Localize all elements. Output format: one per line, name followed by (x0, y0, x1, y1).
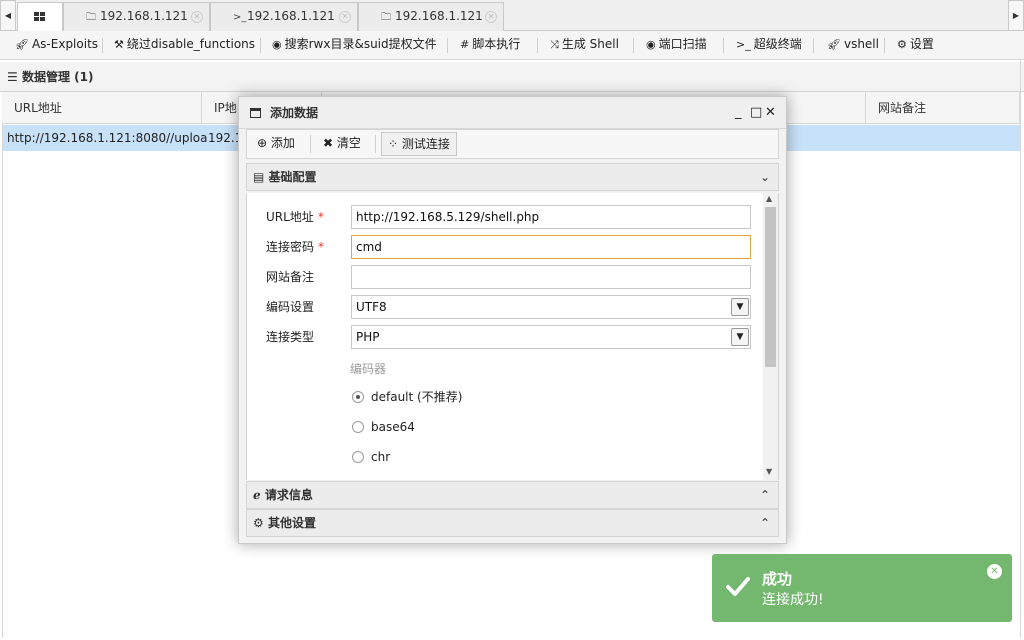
encoder-option-default[interactable]: default (不推荐) (352, 387, 462, 407)
chevron-up-icon: ⌃ (759, 516, 770, 530)
close-icon[interactable]: ✕ (339, 11, 351, 23)
tab-label: 192.168.1.121 (395, 9, 483, 23)
close-icon[interactable]: ✕ (765, 97, 776, 129)
note-label: 网站备注 (266, 270, 315, 284)
generate-shell-button[interactable]: ⤨ 生成 Shell (550, 31, 619, 59)
basic-config-section-header[interactable]: ▤ 基础配置 ⌄ (246, 163, 779, 191)
checkmark-icon (726, 577, 750, 596)
vshell-button[interactable]: 🚀︎ vshell (827, 31, 879, 59)
encoder-option-base64[interactable]: base64 (352, 417, 415, 437)
add-button[interactable]: ⊕ 添加 (251, 132, 301, 156)
radio-icon (352, 450, 364, 463)
tab-file-manager-1[interactable]: 🗀 192.168.1.121 ✕ (63, 2, 210, 31)
dialog-title: 添加数据 (270, 106, 319, 120)
port-scan-button[interactable]: ◉ 端口扫描 (646, 31, 707, 59)
rocket-icon: 🚀︎ (15, 38, 29, 51)
grid-icon (34, 12, 45, 21)
chevron-up-icon: ⌃ (759, 488, 770, 502)
tab-bar: ◀ 🗀 192.168.1.121 ✕ >_192.168.1.121 ✕ 🗀 19… (0, 0, 1024, 31)
add-data-dialog: 添加数据 _ □ ✕ ⊕ 添加 ✖ 清空 ⁘ 测试连接 ▤ 基础配置 ⌄ URL… (238, 96, 787, 544)
toast-message: 连接成功! (762, 592, 824, 608)
radio-icon (352, 390, 364, 403)
minimize-icon[interactable]: _ (735, 97, 742, 129)
encoding-select[interactable]: UTF8 ▼ (351, 295, 751, 319)
request-info-section-header[interactable]: ℯ 请求信息 ⌃ (246, 481, 779, 509)
scrollbar-thumb[interactable] (765, 207, 776, 367)
e-icon: ℯ (253, 488, 265, 502)
data-manager-header: ☰ 数据管理 (1) (0, 62, 1024, 92)
as-exploits-button[interactable]: 🚀︎ As-Exploits (15, 31, 98, 59)
conn-type-label: 连接类型 (266, 330, 315, 344)
encoding-label: 编码设置 (266, 300, 315, 314)
url-label: URL地址 * (266, 210, 324, 224)
toast-title: 成功 (762, 570, 793, 588)
encoder-option-chr[interactable]: chr (352, 447, 390, 467)
tab-scroll-left-icon[interactable]: ◀ (0, 0, 16, 31)
spinner-icon: ⁘ (388, 137, 402, 151)
tab-label: 192.168.1.121 (247, 9, 335, 23)
dialog-titlebar[interactable]: 添加数据 (239, 97, 786, 129)
url-input[interactable] (351, 205, 751, 229)
password-input[interactable] (351, 235, 751, 259)
rocket-icon: 🚀︎ (827, 38, 841, 51)
gears-icon: ⚙ (253, 516, 268, 530)
cell-url: http://192.168.1.121:8080//uploa (7, 131, 208, 145)
note-input[interactable] (351, 265, 751, 289)
window-icon (250, 108, 261, 118)
test-connection-button[interactable]: ⁘ 测试连接 (381, 132, 457, 156)
clear-button[interactable]: ✖ 清空 (317, 132, 367, 156)
gear-icon: ⚙ (897, 38, 907, 51)
dialog-toolbar: ⊕ 添加 ✖ 清空 ⁘ 测试连接 (246, 129, 779, 159)
scroll-down-icon[interactable]: ▼ (766, 467, 772, 476)
close-icon[interactable]: ✕ (191, 11, 203, 23)
eye-icon: ◉ (272, 38, 282, 51)
plus-circle-icon: ⊕ (257, 136, 271, 150)
shuffle-icon: ⤨ (550, 38, 559, 51)
folder-icon: 🗀 (86, 12, 96, 23)
settings-button[interactable]: ⚙ 设置 (897, 31, 934, 59)
terminal-icon: >_ (233, 12, 247, 23)
eye-icon: ◉ (646, 38, 656, 51)
chevron-down-icon: ▼ (731, 298, 749, 316)
bypass-disable-functions-button[interactable]: ⚒︎ 绕过disable_functions (114, 31, 255, 59)
document-icon: ▤ (253, 170, 269, 184)
search-rwx-suid-button[interactable]: ◉ 搜索rwx目录&suid提权文件 (272, 31, 437, 59)
password-label: 连接密码 * (266, 240, 325, 254)
tab-scroll-right-icon[interactable]: ▶ (1008, 0, 1024, 31)
column-header-note[interactable]: 网站备注 (866, 92, 1020, 124)
maximize-icon[interactable]: □ (750, 97, 762, 129)
super-terminal-button[interactable]: >_ 超级终端 (736, 31, 802, 59)
other-settings-section-header[interactable]: ⚙ 其他设置 ⌃ (246, 509, 779, 537)
script-exec-button[interactable]: # 脚本执行 (460, 31, 520, 59)
x-icon: ✖ (323, 136, 337, 150)
encoder-label: 编码器 (350, 362, 387, 376)
close-icon[interactable]: ✕ (987, 564, 1002, 579)
plugin-toolbar: 🚀︎ As-Exploits ⚒︎ 绕过disable_functions ◉ 搜索r… (0, 31, 1024, 60)
success-toast: 成功 连接成功! ✕ (712, 554, 1012, 622)
radio-icon (352, 420, 364, 433)
list-icon: ☰ (7, 70, 22, 84)
basic-config-body: URL地址* 连接密码* 网站备注 编码设置 UTF8 ▼ 连接类型 PHP ▼… (246, 193, 779, 480)
chevron-down-icon: ▼ (731, 328, 749, 346)
tab-file-manager-2[interactable]: 🗀 192.168.1.121 ✕ (358, 2, 504, 31)
column-header-url[interactable]: URL地址 (2, 92, 202, 124)
conn-type-select[interactable]: PHP ▼ (351, 325, 751, 349)
hash-icon: # (460, 38, 470, 51)
tab-label: 192.168.1.121 (100, 9, 188, 23)
tab-terminal[interactable]: >_192.168.1.121 ✕ (210, 2, 358, 31)
folder-icon: 🗀 (381, 12, 391, 23)
scroll-up-icon[interactable]: ▲ (766, 194, 772, 203)
chevron-down-icon: ⌄ (759, 170, 770, 184)
terminal-icon: >_ (736, 38, 751, 51)
tab-home[interactable] (17, 2, 63, 31)
hammer-icon: ⚒︎ (114, 38, 124, 51)
vertical-scrollbar[interactable]: ▲ ▼ (763, 193, 778, 480)
close-icon[interactable]: ✕ (485, 11, 497, 23)
